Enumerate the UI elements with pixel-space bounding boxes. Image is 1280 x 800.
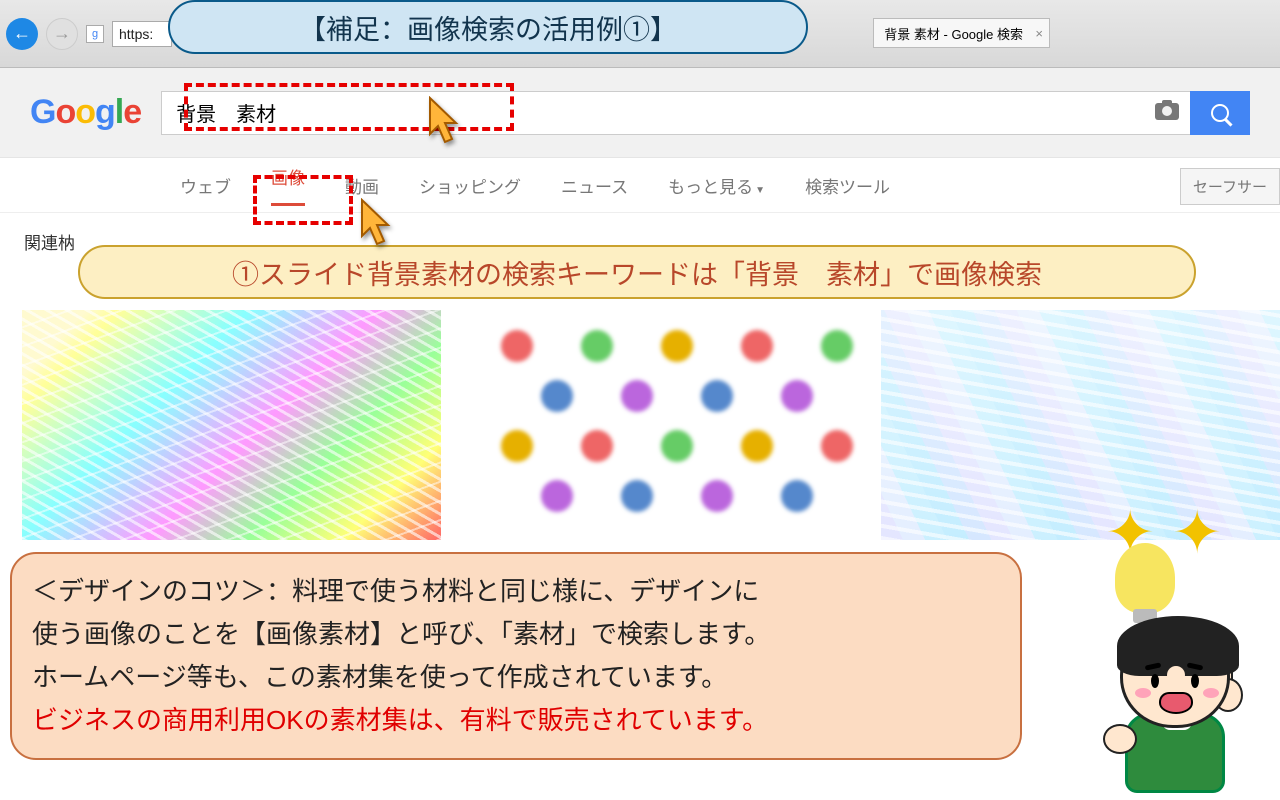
address-bar[interactable]: https: [112,21,172,47]
search-button[interactable] [1190,91,1250,135]
tab-tools[interactable]: 検索ツール [805,173,890,198]
tip-line: ＜デザインのコツ＞：料理で使う材料と同じ様に、デザインに [32,570,1000,613]
tip-line: 使う画像のことを【画像素材】と呼び、「素材」で検索します。 [32,613,1000,656]
cursor-icon [426,96,462,148]
close-icon[interactable]: × [1035,26,1043,41]
browser-tab[interactable]: 背景 素材 - Google 検索 × [873,18,1050,48]
logo-letter: l [115,93,123,131]
tab-shopping[interactable]: ショッピング [419,173,521,198]
result-thumbnail[interactable] [461,310,860,540]
image-results [22,310,1280,540]
tab-title: 背景 素材 - Google 検索 [884,24,1023,43]
search-icon [1211,104,1229,122]
forward-button[interactable]: → [46,18,78,50]
tab-videos[interactable]: 動画 [345,173,379,198]
tip-line: ビジネスの商用利用OKの素材集は、有料で販売されています。 [32,699,1000,742]
search-input[interactable] [161,91,1250,135]
tab-web[interactable]: ウェブ [180,173,231,198]
mascot-illustration: ✦ ✦ [1045,508,1275,798]
back-button[interactable]: ← [6,18,38,50]
site-favicon: g [86,25,104,43]
logo-letter: g [95,93,115,131]
logo-letter: o [55,93,75,131]
tab-news[interactable]: ニュース [561,173,628,198]
tab-images[interactable]: 画像 [271,164,305,206]
tab-more-label: もっと見る [668,178,753,197]
logo-letter: e [123,93,141,131]
camera-icon[interactable] [1154,99,1180,127]
logo-letter: G [30,93,55,131]
annotation-tip: ＜デザインのコツ＞：料理で使う材料と同じ様に、デザインに 使う画像のことを【画像… [10,552,1022,760]
logo-letter: o [75,93,95,131]
annotation-step: ①スライド背景素材の検索キーワードは「背景 素材」で画像検索 [78,245,1196,299]
search-box [161,91,1250,135]
annotation-title: 【補足：画像検索の活用例①】 [168,0,808,54]
cursor-icon [358,198,394,250]
safesearch-button[interactable]: セーフサー [1180,168,1280,205]
search-header: Google [0,68,1280,158]
search-nav: ウェブ 画像 動画 ショッピング ニュース もっと見る▼ 検索ツール セーフサー [0,158,1280,213]
chevron-down-icon: ▼ [755,185,765,196]
google-logo[interactable]: Google [30,93,141,132]
tip-line: ホームページ等も、この素材集を使って作成されています。 [32,656,1000,699]
tab-more[interactable]: もっと見る▼ [668,173,765,198]
result-thumbnail[interactable] [22,310,441,540]
